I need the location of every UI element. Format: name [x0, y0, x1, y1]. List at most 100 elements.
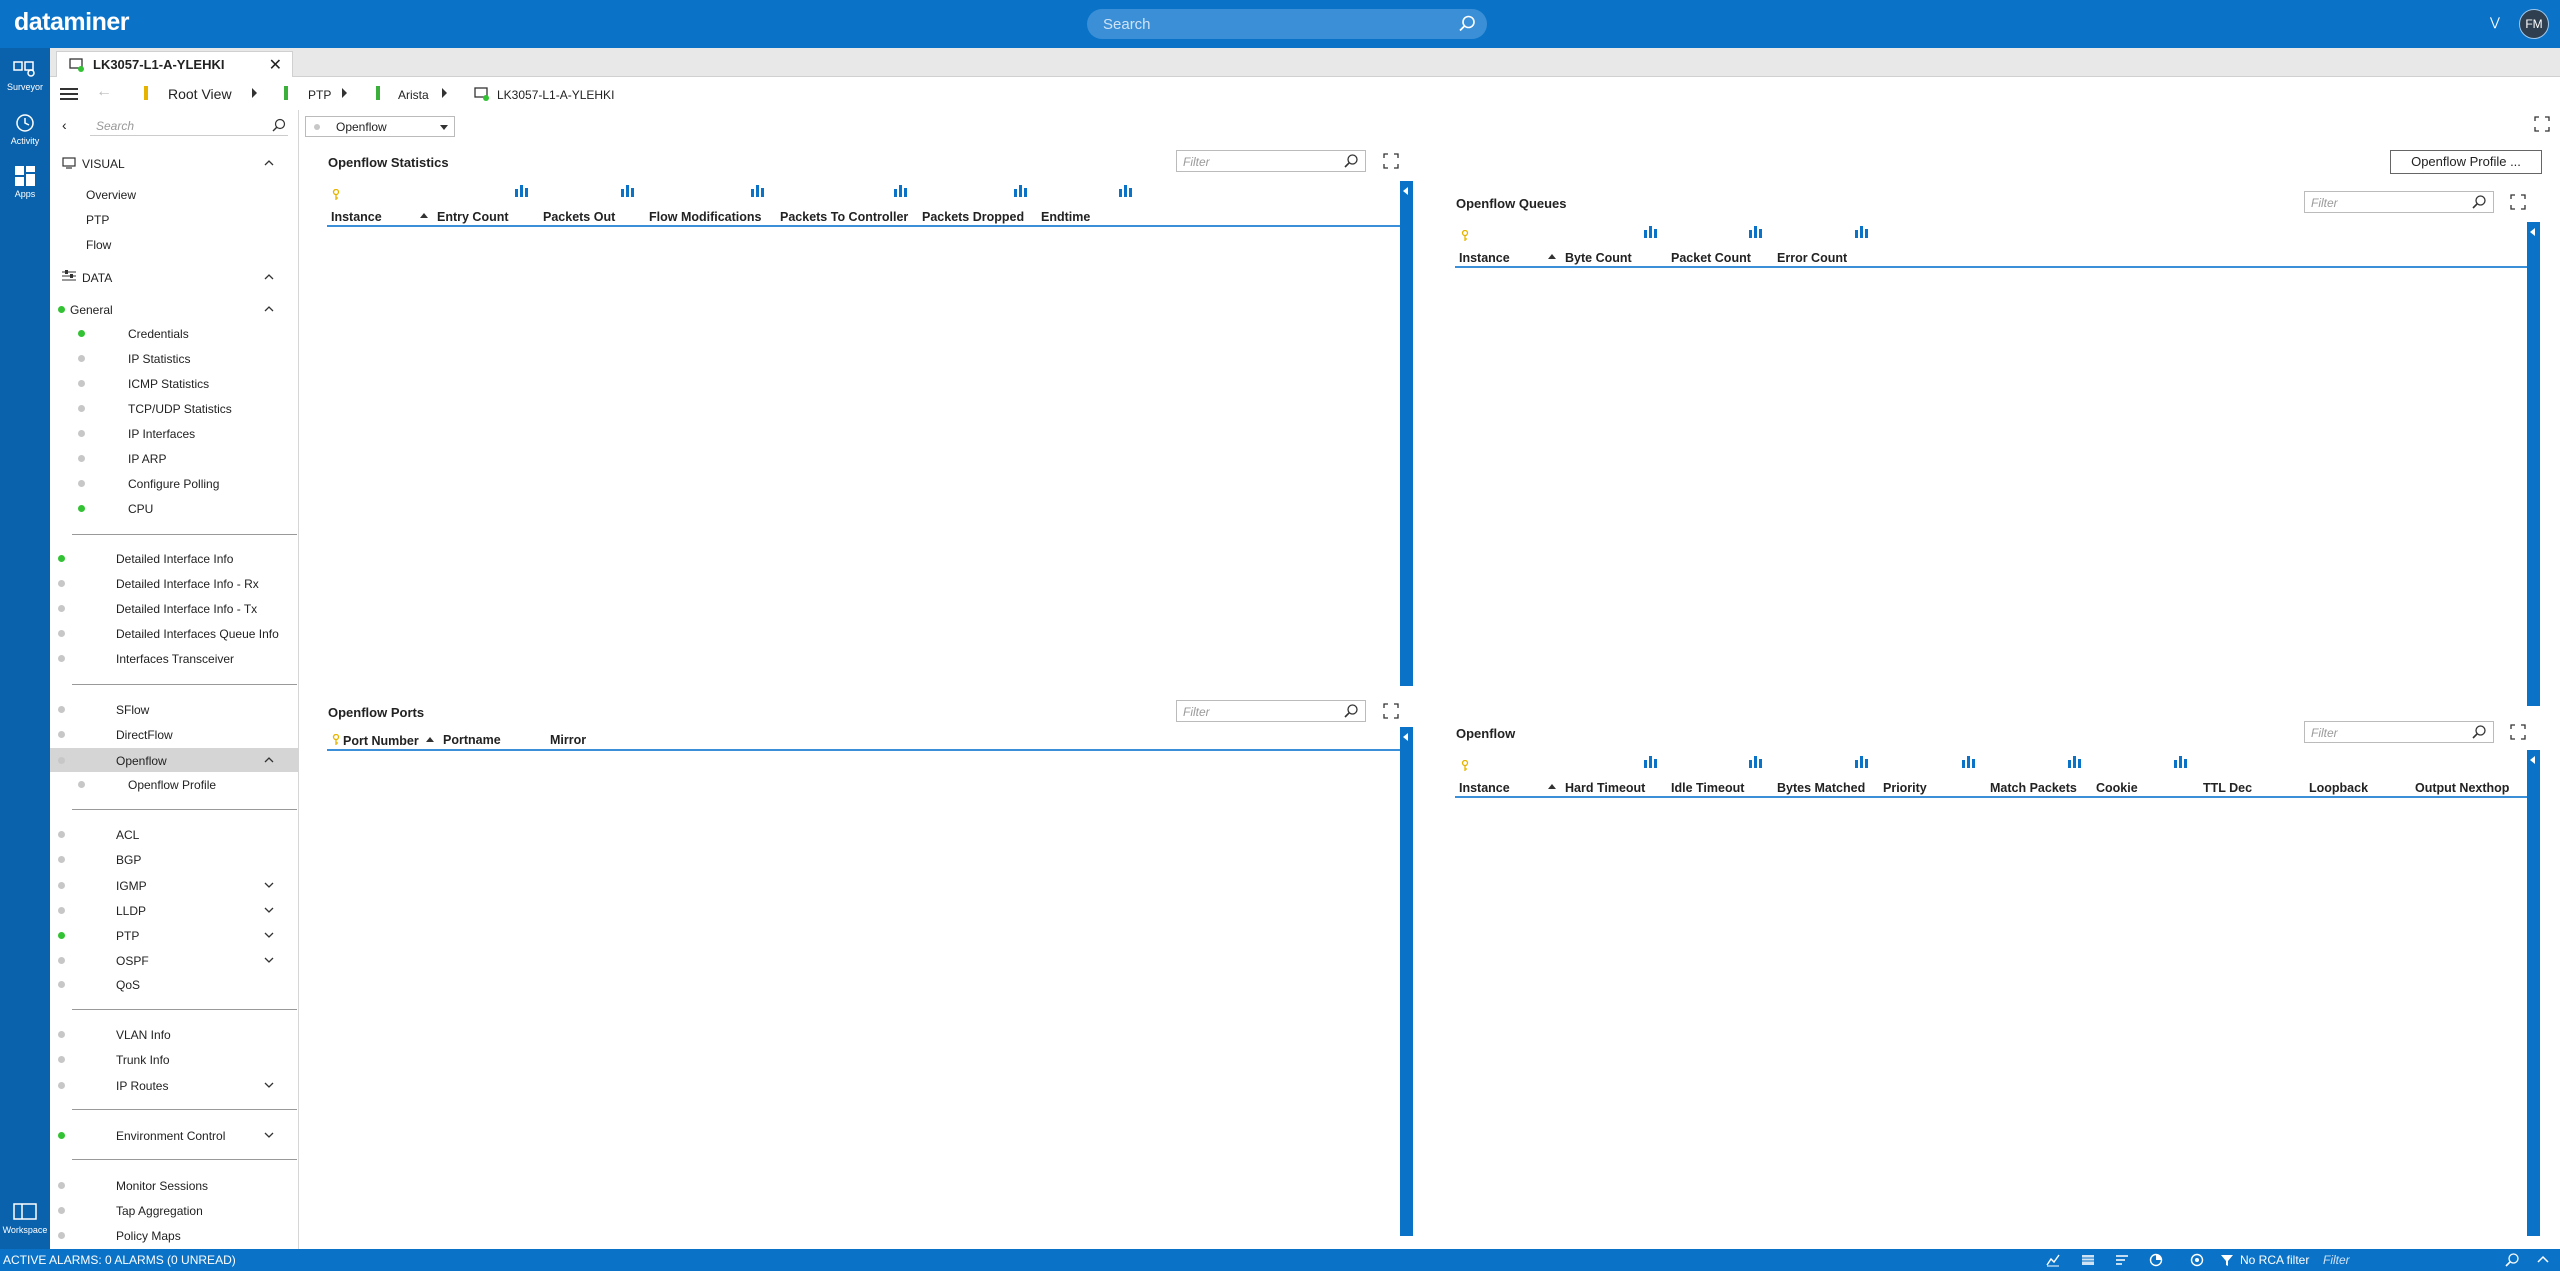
- sidebar-item-icmp-statistics[interactable]: ICMP Statistics: [128, 377, 209, 391]
- sidebar-item-openflow[interactable]: Openflow: [116, 754, 167, 768]
- rca-filter-text[interactable]: No RCA filter: [2240, 1253, 2309, 1267]
- sidebar-item-policy-maps[interactable]: Policy Maps: [116, 1229, 181, 1243]
- column-header[interactable]: Loopback: [2309, 781, 2368, 795]
- column-header[interactable]: Port Number: [343, 734, 419, 748]
- chevron-down-icon[interactable]: [264, 1130, 274, 1140]
- sort-lines-icon[interactable]: [2115, 1253, 2129, 1267]
- chevron-down-icon[interactable]: [264, 930, 274, 940]
- trend-chart-icon[interactable]: [1749, 226, 1763, 238]
- openflow-profile-button[interactable]: Openflow Profile ...: [2390, 150, 2542, 174]
- avatar[interactable]: FM: [2519, 9, 2549, 39]
- sidebar-item-detailed-interface-info-rx[interactable]: Detailed Interface Info - Rx: [116, 577, 259, 591]
- column-header[interactable]: Packets To Controller: [780, 210, 908, 224]
- global-search-input[interactable]: Search: [1087, 9, 1487, 39]
- rca-target-icon[interactable]: [2190, 1253, 2204, 1267]
- sidebar-item-trunk-info[interactable]: Trunk Info: [116, 1053, 170, 1067]
- column-panel-toggle[interactable]: [2527, 222, 2540, 706]
- list-view-icon[interactable]: [2081, 1253, 2095, 1267]
- sidebar-item-cpu[interactable]: CPU: [128, 502, 153, 516]
- column-header[interactable]: TTL Dec: [2203, 781, 2252, 795]
- sidebar-item-detailed-interfaces-queue-info[interactable]: Detailed Interfaces Queue Info: [116, 627, 279, 641]
- openflow-filter-input[interactable]: Filter: [2304, 721, 2494, 743]
- tab-element-card[interactable]: LK3057-L1-A-YLEHKI ✕: [56, 51, 293, 77]
- collapse-sidebar-icon[interactable]: ‹: [62, 117, 67, 133]
- column-header[interactable]: Packets Dropped: [922, 210, 1024, 224]
- stats-filter-input[interactable]: Filter: [1176, 150, 1366, 172]
- column-header[interactable]: Flow Modifications: [649, 210, 762, 224]
- dataminer-logo[interactable]: dataminer: [14, 8, 129, 37]
- column-panel-toggle[interactable]: [1400, 181, 1413, 686]
- sidebar-item-acl[interactable]: ACL: [116, 828, 139, 842]
- sidebar-item-credentials[interactable]: Credentials: [128, 327, 189, 341]
- trend-chart-icon[interactable]: [1644, 756, 1658, 768]
- column-header[interactable]: Entry Count: [437, 210, 509, 224]
- fullscreen-icon[interactable]: [2534, 116, 2550, 132]
- sidebar-item-ip-interfaces[interactable]: IP Interfaces: [128, 427, 195, 441]
- sidebar-item-monitor-sessions[interactable]: Monitor Sessions: [116, 1179, 208, 1193]
- column-header[interactable]: Hard Timeout: [1565, 781, 1645, 795]
- sidebar-item-configure-polling[interactable]: Configure Polling: [128, 477, 219, 491]
- close-icon[interactable]: ✕: [269, 55, 282, 75]
- column-header[interactable]: Bytes Matched: [1777, 781, 1865, 795]
- column-header[interactable]: Priority: [1883, 781, 1927, 795]
- sidebar-item-ip-statistics[interactable]: IP Statistics: [128, 352, 190, 366]
- sidebar-item-interfaces-transceiver[interactable]: Interfaces Transceiver: [116, 652, 234, 666]
- sidebar-item-detailed-interface-info-tx[interactable]: Detailed Interface Info - Tx: [116, 602, 257, 616]
- sidebar-item-flow[interactable]: Flow: [86, 238, 111, 252]
- sidebar-item-lldp[interactable]: LLDP: [116, 904, 146, 918]
- chevron-up-icon[interactable]: [264, 304, 274, 314]
- column-header[interactable]: Instance: [1459, 251, 1510, 265]
- column-header[interactable]: Instance: [1459, 781, 1510, 795]
- chevron-up-icon[interactable]: [264, 158, 274, 168]
- trend-chart-icon[interactable]: [2174, 756, 2188, 768]
- sidebar-visual-header[interactable]: VISUAL: [82, 157, 125, 171]
- sidebar-item-overview[interactable]: Overview: [86, 188, 136, 202]
- trend-chart-icon[interactable]: [1855, 756, 1869, 768]
- hamburger-menu-icon[interactable]: [60, 87, 78, 101]
- trend-chart-icon[interactable]: [1962, 756, 1976, 768]
- sidebar-data-header[interactable]: DATA: [82, 271, 112, 285]
- search-icon[interactable]: [2471, 724, 2487, 740]
- sidebar-item-bgp[interactable]: BGP: [116, 853, 141, 867]
- column-panel-toggle[interactable]: [2527, 750, 2540, 1236]
- sidebar-item-sflow[interactable]: SFlow: [116, 703, 149, 717]
- active-alarms-text[interactable]: ACTIVE ALARMS: 0 ALARMS (0 UNREAD): [3, 1253, 236, 1267]
- sidebar-item-vlan-info[interactable]: VLAN Info: [116, 1028, 171, 1042]
- sort-ascending-icon[interactable]: [426, 737, 434, 742]
- queues-filter-input[interactable]: Filter: [2304, 191, 2494, 213]
- column-header[interactable]: Match Packets: [1990, 781, 2077, 795]
- sidebar-item-detailed-interface-info[interactable]: Detailed Interface Info: [116, 552, 233, 566]
- fullscreen-icon[interactable]: [1383, 703, 1399, 719]
- sidebar-item-ospf[interactable]: OSPF: [116, 954, 149, 968]
- chevron-down-icon[interactable]: [264, 905, 274, 915]
- sidebar-item-tap-aggregation[interactable]: Tap Aggregation: [116, 1204, 203, 1218]
- breadcrumb-root-view[interactable]: Root View: [168, 86, 232, 102]
- sidebar-item-ip-routes[interactable]: IP Routes: [116, 1079, 168, 1093]
- trend-chart-icon[interactable]: [621, 185, 635, 197]
- breadcrumb-arrow-icon[interactable]: [342, 88, 347, 98]
- breadcrumb-element[interactable]: LK3057-L1-A-YLEHKI: [497, 88, 614, 102]
- breadcrumb-arrow-icon[interactable]: [442, 88, 447, 98]
- trend-chart-icon[interactable]: [751, 185, 765, 197]
- column-header[interactable]: Idle Timeout: [1671, 781, 1744, 795]
- column-header[interactable]: Endtime: [1041, 210, 1090, 224]
- page-selector-dropdown[interactable]: Openflow: [305, 116, 455, 137]
- back-arrow-icon[interactable]: ←: [96, 83, 112, 101]
- ports-filter-input[interactable]: Filter: [1176, 700, 1366, 722]
- sidebar-item-ptp-visual[interactable]: PTP: [86, 213, 109, 227]
- chevron-down-icon[interactable]: ⋁: [2490, 15, 2500, 29]
- column-header[interactable]: Portname: [443, 733, 501, 747]
- chevron-down-icon[interactable]: [264, 1080, 274, 1090]
- sidebar-item-openflow-profile[interactable]: Openflow Profile: [128, 778, 216, 792]
- trend-chart-icon[interactable]: [515, 185, 529, 197]
- search-icon[interactable]: [2471, 194, 2487, 210]
- sort-ascending-icon[interactable]: [420, 213, 428, 218]
- sidebar-item-tcp-udp-statistics[interactable]: TCP/UDP Statistics: [128, 402, 232, 416]
- sidebar-search-input[interactable]: Search: [90, 116, 288, 136]
- sidebar-item-igmp[interactable]: IGMP: [116, 879, 147, 893]
- rail-workspace[interactable]: Workspace: [0, 1201, 50, 1235]
- line-chart-icon[interactable]: [2046, 1253, 2060, 1267]
- search-icon[interactable]: [1343, 703, 1359, 719]
- sidebar-item-ip-arp[interactable]: IP ARP: [128, 452, 166, 466]
- search-icon[interactable]: [272, 118, 286, 132]
